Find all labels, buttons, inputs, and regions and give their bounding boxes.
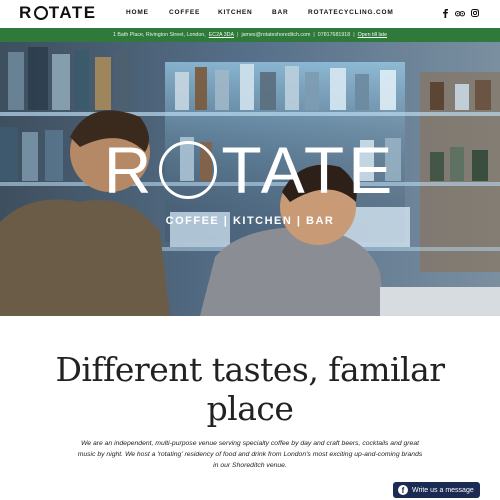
messenger-label: Write us a message <box>412 486 474 494</box>
hero-banner: R TATE COFFEE | KITCHEN | BAR <box>0 42 500 316</box>
intro-paragraph: We are an independent, multi-purpose ven… <box>77 440 423 469</box>
hero-title: R TATE <box>0 132 500 208</box>
messenger-chat-button[interactable]: f Write us a message <box>393 482 480 498</box>
nav-kitchen[interactable]: KITCHEN <box>218 9 253 16</box>
facebook-messenger-icon: f <box>398 485 408 495</box>
facebook-icon[interactable] <box>441 8 451 18</box>
nav-rotatecycling[interactable]: ROTATECYCLING.COM <box>308 9 394 16</box>
hero-ring-icon <box>159 141 218 199</box>
postcode-link[interactable]: EC2A 3DA <box>209 32 234 38</box>
main-nav: HOME COFFEE KITCHEN BAR ROTATECYCLING.CO… <box>0 9 500 21</box>
tripadvisor-icon[interactable] <box>455 8 465 18</box>
separator: | <box>237 32 239 38</box>
page-headline: Different tastes, familar place <box>55 350 445 428</box>
separator: | <box>353 32 355 38</box>
hours-link[interactable]: Open till late <box>358 32 387 38</box>
instagram-icon[interactable] <box>470 8 480 18</box>
separator: | <box>313 32 315 38</box>
nav-home[interactable]: HOME <box>126 9 149 16</box>
hero-subtitle: COFFEE | KITCHEN | BAR <box>165 215 335 227</box>
site-header: R TATE HOME COFFEE KITCHEN BAR ROTATECYC… <box>0 0 500 28</box>
hero-title-rest: TATE <box>221 133 397 207</box>
nav-bar[interactable]: BAR <box>272 9 288 16</box>
address-text: 1 Bath Place, Rivington Street, London, <box>112 32 206 38</box>
phone-text[interactable]: 07817681918 <box>318 32 350 38</box>
info-bar: 1 Bath Place, Rivington Street, London, … <box>0 28 500 42</box>
hero-title-r: R <box>103 133 156 207</box>
email-link[interactable]: james@rotateshoreditch.com <box>241 32 310 38</box>
nav-coffee[interactable]: COFFEE <box>169 9 200 16</box>
